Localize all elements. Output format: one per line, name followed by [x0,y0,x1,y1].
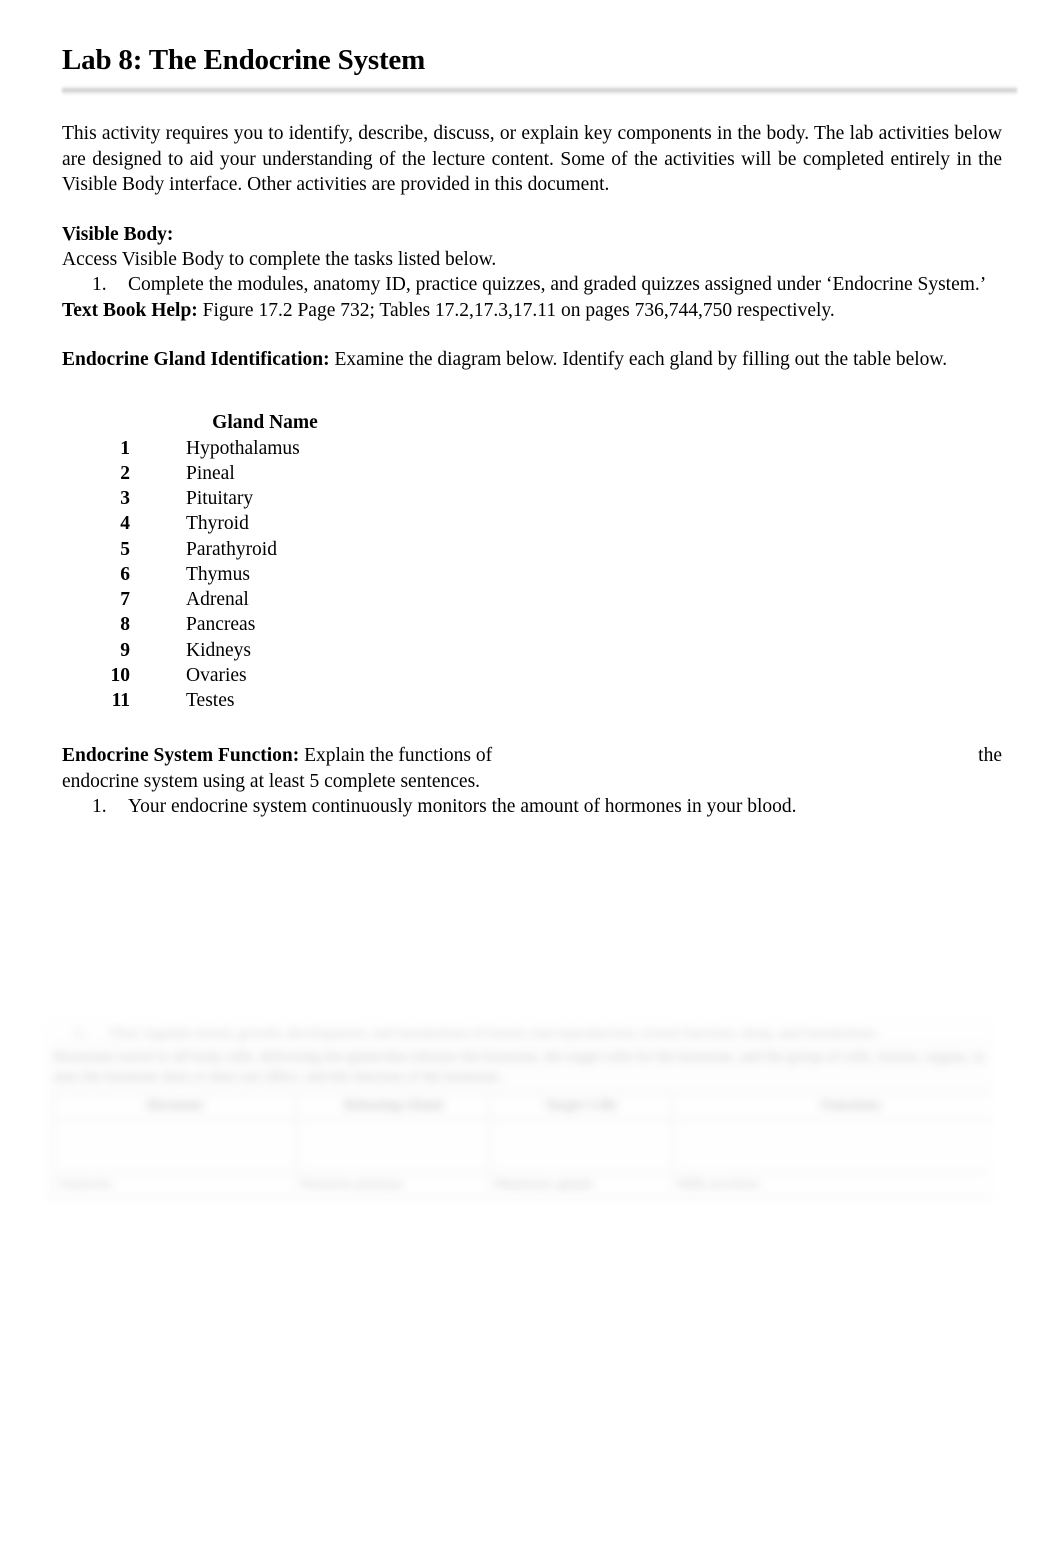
system-function-line-2: endocrine system using at least 5 comple… [62,770,481,792]
gland-number: 7 [120,589,130,611]
table-cell [53,1118,297,1173]
table-cell [672,1118,993,1173]
blurred-hormone-table: Hormone Releasing Gland Target Cells Fun… [53,1093,993,1199]
table-cell: Mammary glands [489,1171,673,1199]
blurred-page-preview: 2. They regulate mood, growth, developme… [45,1018,993,1286]
table-cell: Posterior pituitary [296,1171,490,1199]
list-item: 1. Your endocrine system continuously mo… [62,794,1002,819]
gland-number: 11 [111,690,130,712]
table-row [53,1118,993,1173]
column-header: Target Cells [489,1093,673,1120]
gland-name: Pineal [186,462,235,484]
table-row: 9 Kidneys [62,638,1002,663]
system-function-right: the [978,745,1002,767]
table-row: 3 Pituitary [62,486,1002,511]
table-cell [489,1118,673,1173]
gland-identification-text: Examine the diagram below. Identify each… [329,348,948,370]
table-row: 6 Thymus [62,562,1002,587]
table-cell: Oxytocin [53,1171,297,1199]
title-divider [62,86,1017,96]
table-row: 4 Thyroid [62,511,1002,536]
system-function-left: Endocrine System Function: Explain the f… [62,743,492,768]
gland-number: 2 [120,462,130,484]
system-function-text: Explain the functions of [299,745,493,767]
table-cell [296,1118,490,1173]
list-item-text: They regulate mood, growth, development,… [109,1025,878,1041]
gland-name: Hypothalamus [186,437,300,459]
gland-name: Kidneys [186,639,251,661]
gland-name: Thymus [186,563,250,585]
gland-number: 4 [120,513,130,535]
list-marker: 1. [92,274,107,296]
gland-name: Pituitary [186,488,254,510]
gland-name: Parathyroid [186,538,277,560]
textbook-help-text: Figure 17.2 Page 732; Tables 17.2,17.3,1… [197,299,835,321]
table-row: 8 Pancreas [62,612,1002,637]
table-row: 2 Pineal [62,461,1002,486]
table-header-row: Hormone Releasing Gland Target Cells Fun… [53,1093,993,1120]
document-page: Lab 8: The Endocrine System This activit… [0,0,1062,1556]
gland-name: Testes [186,690,235,712]
visible-body-list: 1. Complete the modules, anatomy ID, pra… [62,272,1002,297]
table-cell: Milk secretion [672,1171,993,1199]
gland-name: Ovaries [186,664,247,686]
blurred-preview-inner: 2. They regulate mood, growth, developme… [45,1018,993,1203]
table-row: 11 Testes [62,688,1002,713]
gland-name: Adrenal [186,589,249,611]
list-item-text: Complete the modules, anatomy ID, practi… [128,274,987,296]
system-function-label: Endocrine System Function: [62,745,300,767]
gland-number: 9 [120,639,130,661]
column-header: Hormone [53,1093,297,1120]
column-header: Functions [672,1093,993,1120]
preview-fade-overlay [0,1018,1062,1290]
gland-number: 10 [110,664,131,686]
gland-number: 6 [120,563,130,585]
blurred-paragraph: Hormones travel to all body cells, deliv… [53,1048,985,1085]
visible-body-instruction: Access Visible Body to complete the task… [62,248,497,270]
justification-gap [492,743,978,768]
gland-name: Thyroid [186,513,249,535]
list-item-text: Your endocrine system continuously monit… [128,796,797,817]
textbook-help-label: Text Book Help: [62,299,198,321]
list-item: 1. Complete the modules, anatomy ID, pra… [62,272,1002,297]
gland-identification-label: Endocrine Gland Identification: [62,348,330,370]
gland-identification-paragraph: Endocrine Gland Identification: Examine … [62,347,1002,372]
blurred-list: 2. They regulate mood, growth, developme… [53,1024,985,1044]
visible-body-heading: Visible Body: [62,223,174,245]
gland-name-column-header: Gland Name [212,412,318,434]
list-marker: 2. [75,1025,87,1041]
table-row: 1 Hypothalamus [62,436,1002,461]
list-item: 2. They regulate mood, growth, developme… [75,1024,985,1044]
table-row: 7 Adrenal [62,587,1002,612]
table-row: 5 Parathyroid [62,537,1002,562]
textbook-help-line: Text Book Help: Figure 17.2 Page 732; Ta… [62,298,1002,323]
gland-name-table: Gland Name 1 Hypothalamus 2 Pineal 3 Pit… [62,410,1002,713]
system-function-list: 1. Your endocrine system continuously mo… [62,794,1002,819]
system-function-line-1: Endocrine System Function: Explain the f… [62,743,1002,768]
list-marker: 1. [92,796,107,817]
gland-number: 1 [120,437,130,459]
table-row: 10 Ovaries [62,663,1002,688]
table-row: Oxytocin Posterior pituitary Mammary gla… [53,1171,993,1199]
gland-number: 8 [120,614,130,636]
column-header: Releasing Gland [296,1093,490,1120]
page-title: Lab 8: The Endocrine System [62,44,426,76]
gland-number: 3 [120,488,130,510]
gland-number: 5 [120,538,130,560]
document-content: Lab 8: The Endocrine System This activit… [62,44,1017,819]
gland-name: Pancreas [186,614,256,636]
intro-paragraph: This activity requires you to identify, … [62,123,1002,196]
